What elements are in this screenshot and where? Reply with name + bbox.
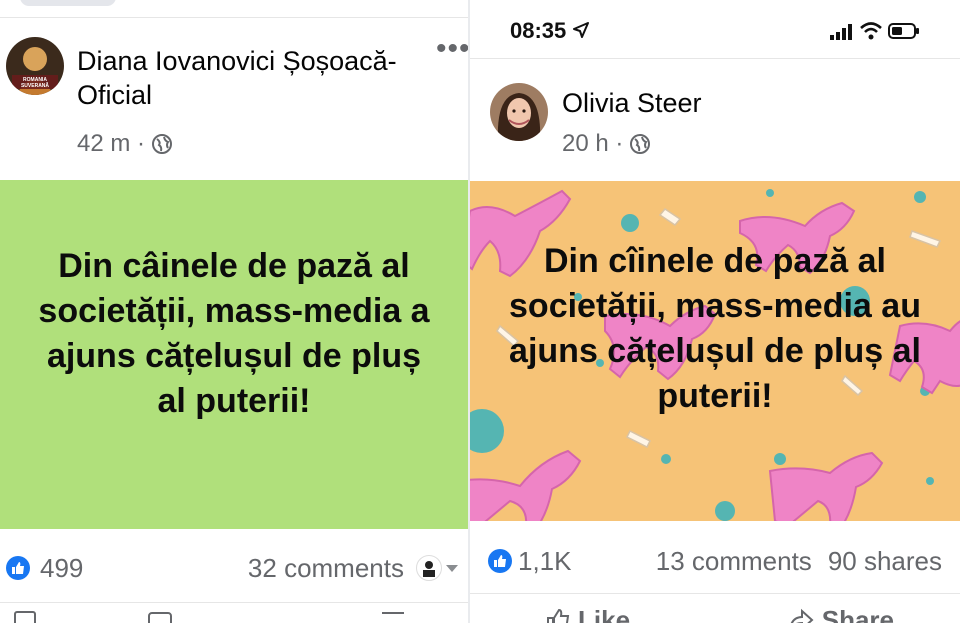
right-post-card: 08:35 Olivia Steer ••• 20 h ·: [470, 0, 960, 623]
action-row: [0, 611, 468, 623]
status-clock: 08:35: [510, 18, 567, 43]
post-time[interactable]: 20 h ·: [562, 130, 623, 158]
post-text: Din cîinele de pază al societății, mass-…: [509, 242, 921, 415]
comment-count[interactable]: 13 comments: [656, 546, 812, 577]
globe-icon: [630, 134, 651, 154]
avatar[interactable]: ROMANIA SUVERANĂ: [6, 37, 64, 95]
comment-button-icon[interactable]: [148, 612, 172, 623]
reactor-avatar[interactable]: [416, 555, 442, 581]
svg-text:SUVERANĂ: SUVERANĂ: [21, 82, 49, 89]
avatar[interactable]: [490, 83, 548, 141]
reaction-bar: 1,1K 13 comments 90 shares: [470, 541, 960, 581]
share-button-icon[interactable]: [382, 612, 404, 623]
post-time[interactable]: 42 m ·: [77, 130, 145, 158]
like-reaction-icon: [488, 549, 512, 573]
action-row: Like Share: [470, 605, 960, 623]
battery-icon: [888, 23, 919, 39]
like-button[interactable]: Like: [546, 605, 630, 623]
left-post-card: ROMANIA SUVERANĂ Diana Iovanovici Șoșoac…: [0, 0, 468, 623]
divider: [0, 602, 468, 603]
wifi-icon: [860, 22, 882, 40]
like-reaction-icon: [6, 556, 30, 580]
top-tab-pill: [20, 0, 116, 6]
like-count[interactable]: 499: [40, 553, 83, 584]
comment-count[interactable]: 32 comments: [248, 553, 404, 584]
like-button-label: Like: [578, 604, 631, 623]
like-button-icon: [547, 608, 570, 623]
divider: [470, 593, 960, 594]
post-meta: 42 m ·: [77, 130, 173, 158]
author-name[interactable]: Diana Iovanovici Șoșoacă- Oficial: [77, 44, 407, 112]
post-banner: Din cîinele de pază al societății, mass-…: [470, 181, 960, 521]
share-button[interactable]: Share: [788, 605, 894, 623]
share-button-label: Share: [821, 604, 894, 623]
author-name[interactable]: Olivia Steer: [562, 86, 702, 120]
share-count[interactable]: 90 shares: [828, 546, 942, 577]
divider: [0, 17, 468, 18]
more-options-icon[interactable]: •••: [436, 34, 468, 64]
post-banner: Din câinele de pază al societății, mass-…: [0, 180, 468, 529]
globe-icon: [152, 134, 173, 154]
chevron-down-icon[interactable]: [446, 564, 458, 572]
location-arrow-icon: [573, 22, 589, 38]
share-button-icon: [790, 608, 814, 623]
status-bar: 08:35: [470, 0, 960, 58]
divider: [470, 58, 960, 59]
post-text: Din câinele de pază al societății, mass-…: [38, 247, 430, 420]
post-meta: 20 h ·: [562, 130, 651, 158]
like-count[interactable]: 1,1K: [518, 546, 572, 577]
reaction-bar: 499 32 comments: [0, 548, 468, 588]
like-button-icon[interactable]: [14, 611, 36, 623]
signal-icon: [830, 24, 852, 40]
